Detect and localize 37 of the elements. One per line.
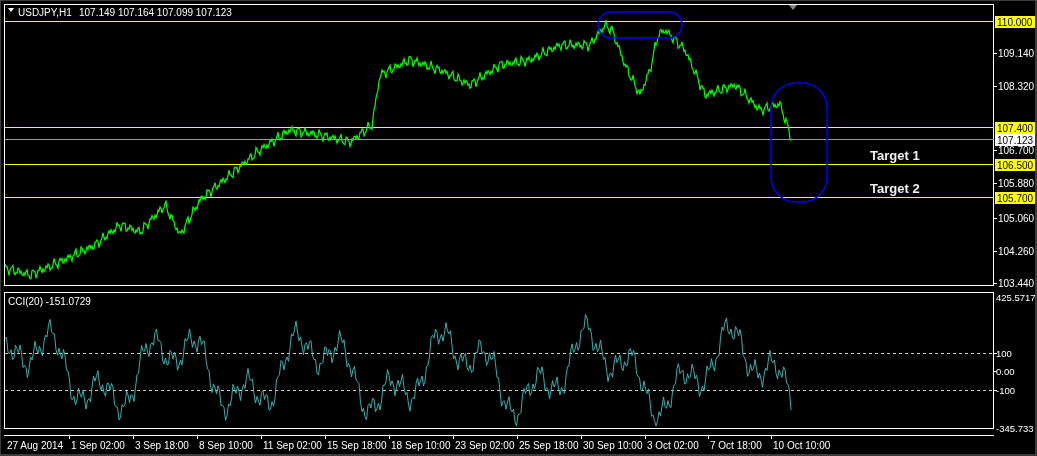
indicator-axis-label: -100: [996, 385, 1015, 396]
indicator-axis-label: 0.00: [996, 366, 1015, 377]
price-tick-label: 108.320: [998, 81, 1035, 92]
time-tick-label: 27 Aug 2014: [7, 440, 64, 451]
time-tick-label: 30 Sep 10:00: [583, 440, 643, 451]
indicator-axis-label: 100: [996, 348, 1012, 359]
dropdown-icon[interactable]: [8, 8, 14, 12]
level-price-tag: 110.000: [995, 16, 1035, 28]
time-tick-label: 7 Oct 18:00: [710, 440, 762, 451]
time-tick-label: 15 Sep 18:00: [327, 440, 387, 451]
indicator-title: CCI(20) -151.0729: [8, 296, 91, 307]
symbol-label: USDJPY,H1: [18, 7, 72, 18]
time-tick-label: 25 Sep 18:00: [519, 440, 579, 451]
price-tick-label: 104.260: [998, 246, 1035, 257]
price-tick-label: 105.880: [998, 178, 1035, 189]
time-tick-label: 10 Oct 10:00: [773, 440, 831, 451]
shift-marker-icon[interactable]: [789, 5, 797, 10]
time-tick-label: 3 Oct 02:00: [647, 440, 699, 451]
indicator-axis-label: -345.733: [996, 423, 1034, 434]
time-tick-label: 18 Sep 10:00: [391, 440, 451, 451]
price-tick-label: 105.060: [998, 213, 1035, 224]
current-price-tag: 107.123: [995, 134, 1035, 146]
time-tick-label: 11 Sep 02:00: [263, 440, 322, 451]
level-price-tag: 107.400: [995, 122, 1035, 134]
indicator-axis-label: 425.5717: [996, 292, 1036, 303]
level-price-tag: 106.500: [995, 159, 1035, 171]
time-tick-label: 1 Sep 02:00: [71, 440, 125, 451]
price-tick-label: 106.700: [998, 145, 1035, 156]
price-tick-label: 109.140: [998, 48, 1035, 59]
price-tick-label: 103.440: [998, 278, 1035, 289]
target-label: Target 1: [870, 148, 920, 163]
time-tick-label: 23 Sep 02:00: [455, 440, 515, 451]
time-tick-label: 8 Sep 10:00: [199, 440, 253, 451]
level-price-tag: 105.700: [995, 192, 1035, 204]
target-label: Target 2: [870, 181, 920, 196]
time-tick-label: 3 Sep 18:00: [135, 440, 189, 451]
price-readout: 107.149 107.164 107.099 107.123: [79, 7, 232, 18]
